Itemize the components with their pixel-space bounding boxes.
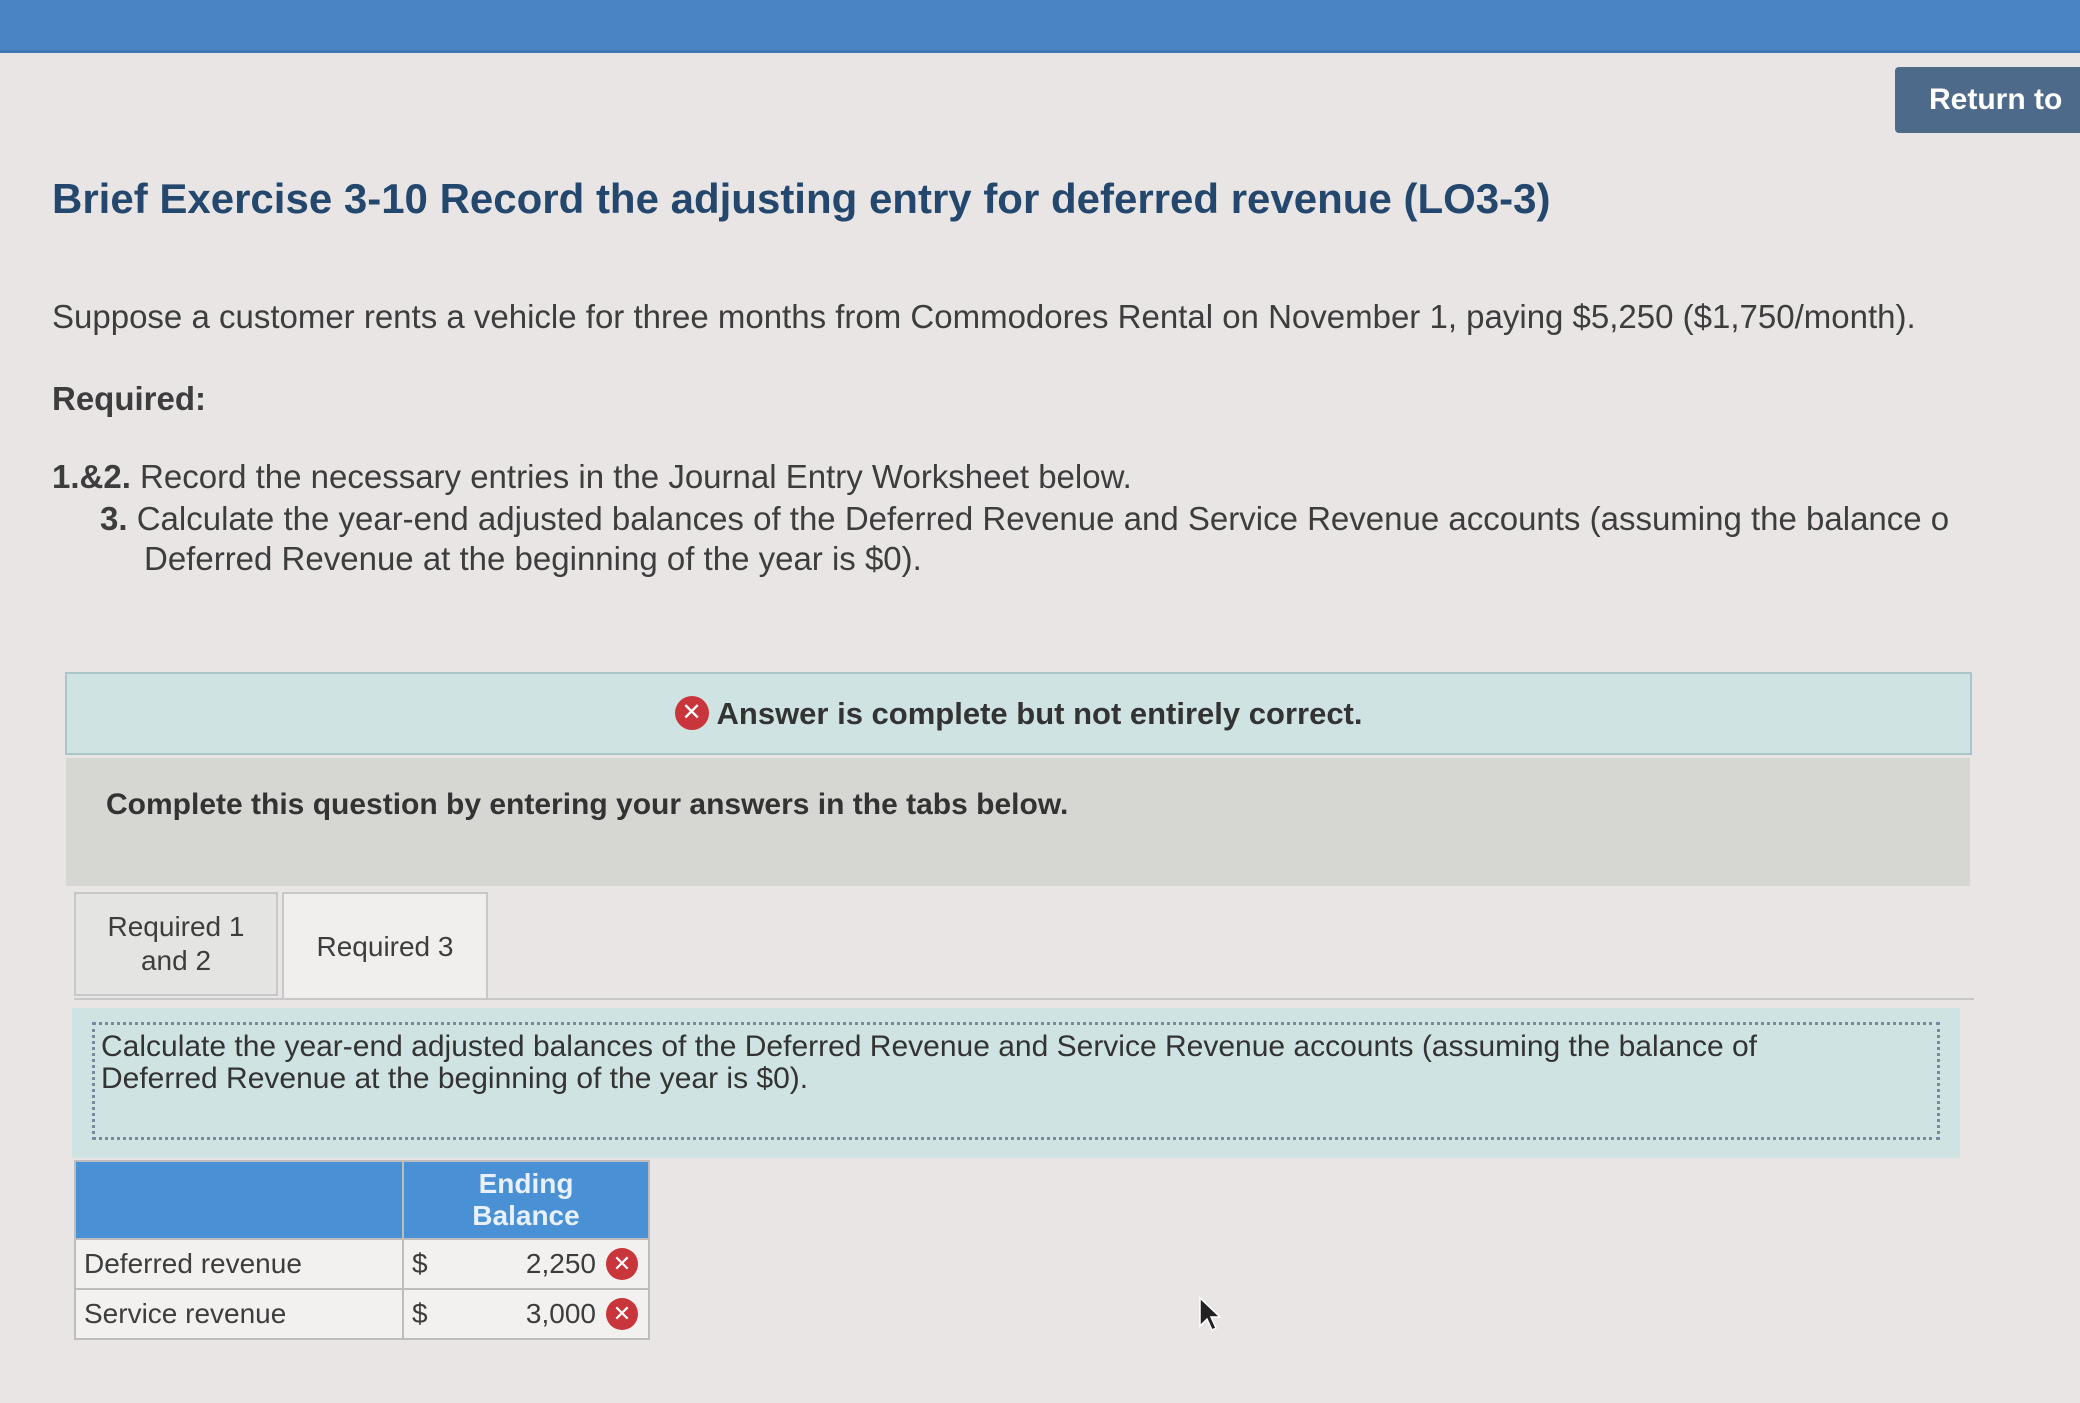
row-label: Service revenue xyxy=(74,1288,404,1340)
incorrect-icon: ✕ xyxy=(606,1298,638,1330)
blank-header-cell xyxy=(74,1160,404,1240)
requirement-number: 1.&2. xyxy=(52,458,131,495)
tab-required-3[interactable]: Required 3 xyxy=(282,892,488,1000)
x-circle-icon: ✕ xyxy=(674,695,709,730)
incorrect-icon: ✕ xyxy=(606,1248,638,1280)
header-line1: Ending xyxy=(478,1168,574,1199)
tab-label-line1: Required 1 xyxy=(107,911,245,942)
currency-symbol: $ xyxy=(412,1298,428,1329)
cell-value: 3,000 xyxy=(525,1298,596,1329)
deferred-revenue-input[interactable]: $ 2,250 ✕ xyxy=(402,1238,650,1290)
answer-feedback-banner: ✕ Answer is complete but not entirely cor… xyxy=(65,672,1972,755)
requirement-3-continued: Deferred Revenue at the beginning of the… xyxy=(144,540,922,577)
mouse-cursor-icon xyxy=(1199,1296,1222,1332)
tab-required-1-and-2[interactable]: Required 1 and 2 xyxy=(74,892,278,996)
row-label: Deferred revenue xyxy=(74,1238,404,1290)
header-line2: Balance xyxy=(472,1200,580,1231)
requirement-text: Calculate the year-end adjusted balances… xyxy=(136,500,1950,537)
requirement-text: Record the necessary entries in the Jour… xyxy=(140,458,1132,495)
instruction-panel: Complete this question by entering your … xyxy=(66,758,1970,886)
prompt-line1: Calculate the year-end adjusted balances… xyxy=(101,1030,1758,1063)
ending-balance-table: Ending Balance Deferred revenue $ 2,250 … xyxy=(74,1160,650,1340)
return-button[interactable]: Return to xyxy=(1895,67,2080,133)
requirement-3: 3. Calculate the year-end adjusted balan… xyxy=(100,500,1949,538)
instruction-text: Complete this question by entering your … xyxy=(106,788,1069,821)
exercise-intro: Suppose a customer rents a vehicle for t… xyxy=(52,298,1916,335)
question-prompt: Calculate the year-end adjusted balances… xyxy=(72,1008,1960,1158)
ending-balance-header: Ending Balance xyxy=(402,1160,650,1240)
requirement-number: 3. xyxy=(100,500,128,537)
cell-value: 2,250 xyxy=(525,1248,596,1279)
table-row: Service revenue $ 3,000 ✕ xyxy=(74,1288,650,1340)
tab-divider xyxy=(74,998,1974,1000)
tab-label-line2: and 2 xyxy=(140,945,212,976)
tab-label: Required 3 xyxy=(316,931,454,962)
currency-symbol: $ xyxy=(412,1248,428,1279)
prompt-line2: Deferred Revenue at the beginning of the… xyxy=(101,1062,809,1095)
table-header-row: Ending Balance xyxy=(74,1160,650,1240)
required-heading: Required: xyxy=(52,380,207,417)
prompt-text-box: Calculate the year-end adjusted balances… xyxy=(92,1022,1940,1140)
feedback-message: Answer is complete but not entirely corr… xyxy=(716,696,1363,731)
top-bar xyxy=(0,0,2080,53)
page-title: Brief Exercise 3-10 Record the adjusting… xyxy=(52,175,1551,222)
table-row: Deferred revenue $ 2,250 ✕ xyxy=(74,1238,650,1290)
requirement-1-2: 1.&2. Record the necessary entries in th… xyxy=(52,458,1132,496)
service-revenue-input[interactable]: $ 3,000 ✕ xyxy=(402,1288,650,1340)
